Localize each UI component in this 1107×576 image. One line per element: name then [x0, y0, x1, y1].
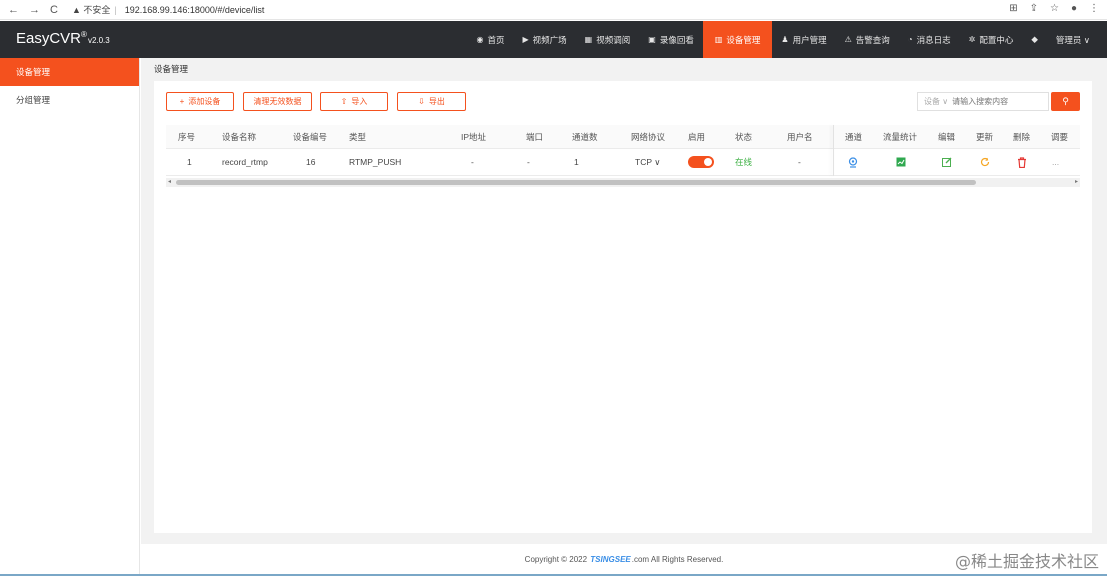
col-status: 状态 [735, 131, 753, 142]
user-menu[interactable]: 管理员 ∨ [1047, 21, 1099, 58]
enabled-toggle[interactable] [688, 156, 714, 168]
status-badge: 在线 [735, 157, 753, 167]
camera-icon: ▣ [648, 35, 656, 44]
scroll-right-icon[interactable]: ▸ [1075, 178, 1078, 187]
download-icon: ⇩ [418, 97, 425, 106]
play-icon: ▶ [522, 35, 529, 44]
security-warning[interactable]: ▲ 不安全 [72, 3, 110, 16]
nav-alarm-query[interactable]: ⚠ 告警查询 [836, 21, 899, 58]
brand-logo[interactable]: EasyCVR®v2.0.3 [16, 30, 110, 47]
grid-icon: ▦ [584, 35, 593, 44]
browser-nav: ← → C [8, 4, 68, 16]
col-device-number: 设备编号 [293, 131, 328, 142]
cell-device-name: record_rtmp [222, 157, 268, 167]
tsingsee-logo: TSINGSEE [590, 554, 631, 564]
channel-icon[interactable] [848, 157, 858, 170]
alarm-icon: ⚠ [844, 35, 852, 44]
search-field-select[interactable]: 设备 ∨ [918, 96, 952, 107]
search-box: 设备 ∨ [917, 92, 1049, 111]
col-index: 序号 [178, 131, 196, 142]
cell-channel-count: 1 [574, 157, 579, 167]
nav-playback[interactable]: ▣ 录像回看 [639, 21, 703, 58]
nav-user-management[interactable]: ♟ 用户管理 [772, 21, 835, 58]
device-table: 序号 设备名称 设备编号 类型 IP地址 端口 通道数 网络协议 启用 状态 用… [166, 125, 1080, 188]
address-bar[interactable]: 192.168.99.146:18000/#/device/list [125, 5, 265, 15]
delete-icon[interactable] [1017, 157, 1027, 170]
nav-video-square[interactable]: ▶ 视频广场 [514, 21, 576, 58]
fixed-column-divider [833, 125, 834, 176]
dashboard-icon: ◉ [476, 35, 484, 44]
col-protocol: 网络协议 [631, 131, 666, 142]
col-edit: 编辑 [938, 131, 956, 142]
table-horizontal-scrollbar[interactable]: ◂ ▸ [166, 178, 1080, 187]
col-type: 类型 [349, 131, 367, 142]
search-icon: ⚲ [1062, 96, 1069, 106]
col-port: 端口 [526, 131, 544, 142]
col-username: 用户名 [787, 131, 813, 142]
col-traffic-stats: 流量统计 [883, 131, 918, 142]
notification-bell-icon[interactable]: ◆ [1022, 21, 1047, 58]
breadcrumb: 设备管理 [154, 64, 189, 74]
sidebar-item-group-management[interactable]: 分组管理 [0, 86, 139, 114]
forward-icon[interactable]: → [29, 4, 40, 16]
col-channel: 通道 [845, 131, 863, 142]
col-channel-count: 通道数 [572, 131, 598, 142]
col-device-name: 设备名称 [222, 131, 257, 142]
user-icon: ♟ [781, 35, 789, 44]
top-navigation: EasyCVR®v2.0.3 ◉ 首页 ▶ 视频广场 ▦ 视频调阅 ▣ 录像回看 ▥ 设备… [0, 21, 1107, 58]
scroll-thumb[interactable] [176, 180, 976, 185]
gear-icon: ✲ [968, 35, 976, 44]
cell-type: RTMP_PUSH [349, 157, 402, 167]
reload-icon[interactable]: C [50, 4, 58, 16]
col-delete: 删除 [1013, 131, 1031, 142]
browser-actions: ⊞ ⇪ ☆ ● ⋮ [1009, 3, 1099, 14]
kebab-menu-icon[interactable]: ⋮ [1089, 3, 1099, 14]
page-scrollbar[interactable] [1092, 58, 1107, 544]
export-button[interactable]: ⇩ 导出 [397, 92, 466, 111]
search-input[interactable] [952, 97, 1033, 106]
browser-toolbar: ← → C ▲ 不安全 | 192.168.99.146:18000/#/dev… [0, 0, 1107, 20]
nav-device-management[interactable]: ▥ 设备管理 [702, 21, 773, 58]
watermark: @稀土掘金技术社区 [954, 552, 1099, 571]
cell-ip: - [471, 157, 474, 167]
add-device-button[interactable]: + 添加设备 [166, 92, 234, 111]
nav-video-view[interactable]: ▦ 视频调阅 [576, 21, 640, 58]
more-button[interactable]: ... [1052, 157, 1059, 167]
bell-icon: ◔ [907, 35, 913, 44]
protocol-select[interactable]: TCP ∨ [635, 157, 660, 168]
device-icon: ▥ [714, 35, 723, 44]
traffic-stats-icon[interactable] [896, 157, 906, 169]
col-ip: IP地址 [461, 131, 487, 142]
edit-icon[interactable] [942, 157, 952, 169]
import-button[interactable]: ⇧ 导入 [320, 92, 388, 111]
scroll-left-icon[interactable]: ◂ [168, 178, 171, 187]
nav-message-log[interactable]: ◔ 消息日志 [899, 21, 960, 58]
nav-home[interactable]: ◉ 首页 [468, 21, 514, 58]
col-more: 调要 [1051, 131, 1069, 142]
col-update: 更新 [976, 131, 994, 142]
plus-icon: + [179, 97, 185, 106]
back-icon[interactable]: ← [8, 4, 19, 16]
share-icon[interactable]: ⇪ [1030, 3, 1038, 14]
nav-config-center[interactable]: ✲ 配置中心 [960, 21, 1023, 58]
sidebar-item-device-management[interactable]: 设备管理 [0, 58, 139, 86]
translate-icon[interactable]: ⊞ [1009, 3, 1017, 14]
col-enabled: 启用 [688, 131, 706, 142]
clear-invalid-data-button[interactable]: 清理无效数据 [243, 92, 312, 111]
sidebar: 设备管理 分组管理 [0, 58, 140, 576]
main-menu: ◉ 首页 ▶ 视频广场 ▦ 视频调阅 ▣ 录像回看 ▥ 设备管理 ♟ 用户管理 ⚠ 告警查询 … [468, 21, 1100, 58]
cell-device-number: 16 [306, 157, 316, 167]
profile-icon[interactable]: ● [1071, 3, 1077, 14]
cell-username: - [798, 157, 801, 167]
star-icon[interactable]: ☆ [1050, 3, 1059, 14]
table-row[interactable]: 1 record_rtmp 16 RTMP_PUSH - - 1 TCP ∨ 在… [166, 149, 1080, 176]
cell-index: 1 [187, 157, 192, 167]
search-button[interactable]: ⚲ [1051, 92, 1080, 111]
refresh-icon[interactable] [980, 157, 990, 169]
upload-icon: ⇧ [340, 97, 348, 106]
table-header: 序号 设备名称 设备编号 类型 IP地址 端口 通道数 网络协议 启用 状态 用… [166, 125, 1080, 149]
cell-port: - [527, 157, 530, 167]
